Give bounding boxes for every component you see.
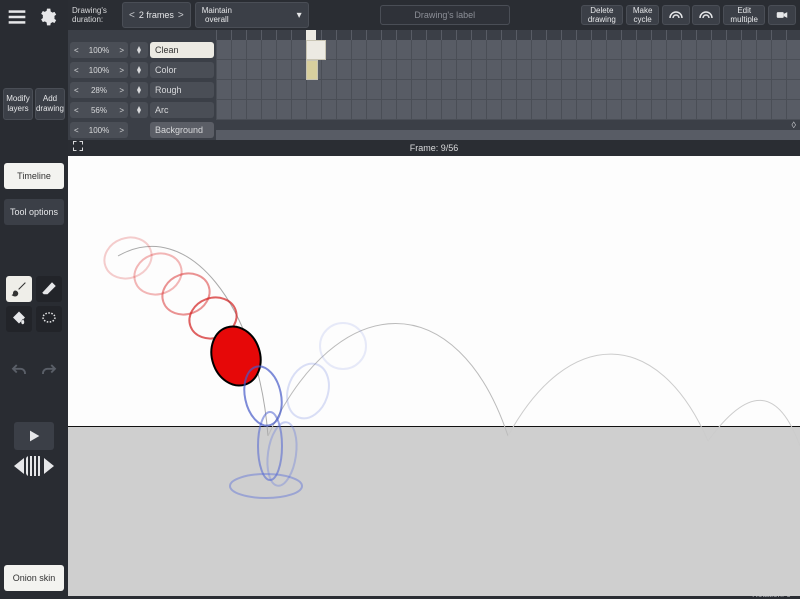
frame-cell[interactable] bbox=[306, 60, 318, 80]
canvas-wrap bbox=[68, 156, 800, 581]
timeline-ruler[interactable] bbox=[216, 30, 800, 40]
modify-layers-button[interactable]: Modify layers bbox=[3, 88, 33, 120]
onion-skin-button[interactable]: Onion skin bbox=[4, 565, 64, 591]
undo-icon[interactable] bbox=[6, 360, 32, 382]
main-column: Drawing's duration: < 2 frames > Maintai… bbox=[68, 0, 800, 599]
chevron-down-icon: ▾ bbox=[297, 11, 302, 20]
timeline-button[interactable]: Timeline bbox=[4, 163, 64, 189]
duration-label: Drawing's duration: bbox=[72, 2, 118, 28]
left-sidebar: Modify layers Add drawing Timeline Tool … bbox=[0, 0, 68, 599]
camera-icon[interactable] bbox=[768, 5, 796, 25]
tool-grid bbox=[0, 272, 68, 336]
layer-visibility-icon[interactable] bbox=[130, 62, 148, 78]
layer-name: Clean bbox=[150, 42, 214, 58]
expand-icon[interactable] bbox=[72, 140, 84, 155]
label: Modify bbox=[6, 94, 30, 104]
topbar: Drawing's duration: < 2 frames > Maintai… bbox=[68, 0, 800, 30]
decrement-icon[interactable]: < bbox=[129, 10, 135, 21]
layers-timeline: <100%> Clean <100%> Color <28%> Rough <5… bbox=[68, 30, 800, 140]
onion-right-icon[interactable] bbox=[692, 5, 720, 25]
layer-visibility-icon[interactable] bbox=[130, 102, 148, 118]
label: Add bbox=[43, 94, 57, 104]
add-drawing-button[interactable]: Add drawing bbox=[35, 88, 65, 120]
edit-multiple-button[interactable]: Edit multiple bbox=[723, 5, 765, 25]
layer-row[interactable]: <100%> Clean bbox=[68, 40, 216, 60]
drawing-overlay bbox=[68, 156, 800, 596]
settings-icon[interactable] bbox=[34, 4, 60, 30]
layer-row-bg[interactable]: <100%> Background bbox=[68, 120, 216, 140]
scrub-right-icon[interactable] bbox=[44, 458, 54, 474]
eraser-tool-icon[interactable] bbox=[36, 276, 62, 302]
layer-name: Color bbox=[150, 62, 214, 78]
layer-controls: <100%> Clean <100%> Color <28%> Rough <5… bbox=[68, 30, 216, 140]
layer-zoom[interactable]: <28%> bbox=[70, 82, 128, 98]
layer-visibility-icon[interactable] bbox=[130, 42, 148, 58]
play-button[interactable] bbox=[14, 422, 54, 450]
increment-icon[interactable]: > bbox=[178, 10, 184, 21]
make-cycle-button[interactable]: Make cycle bbox=[626, 5, 660, 25]
layer-name: Rough bbox=[150, 82, 214, 98]
frame-counter: Frame: 9/56 bbox=[410, 143, 459, 153]
layer-row[interactable]: <100%> Color bbox=[68, 60, 216, 80]
scrub-body[interactable] bbox=[26, 456, 42, 476]
timeline-scrollbar[interactable]: ◊ bbox=[216, 120, 800, 130]
timeline-grid[interactable] bbox=[216, 40, 800, 120]
layer-name: Background bbox=[150, 122, 214, 138]
drawing-label-input[interactable]: Drawing's label bbox=[380, 5, 510, 25]
layer-row[interactable]: <56%> Arc bbox=[68, 100, 216, 120]
layer-name: Arc bbox=[150, 102, 214, 118]
scroll-collapse-icon[interactable]: ◊ bbox=[792, 120, 796, 130]
layer-zoom[interactable]: <56%> bbox=[70, 102, 128, 118]
menu-icon[interactable] bbox=[4, 4, 30, 30]
delete-drawing-button[interactable]: Delete drawing bbox=[581, 5, 623, 25]
redo-icon[interactable] bbox=[36, 360, 62, 382]
timeline[interactable]: ◊ bbox=[216, 30, 800, 140]
duration-value: 2 frames bbox=[139, 10, 174, 20]
lasso-tool-icon[interactable] bbox=[36, 306, 62, 332]
layer-visibility-icon[interactable] bbox=[130, 82, 148, 98]
frame-scrubber[interactable] bbox=[14, 456, 54, 476]
label: drawing bbox=[36, 104, 64, 114]
overall-dropdown[interactable]: Maintain overall ▾ bbox=[195, 2, 309, 28]
brush-tool-icon[interactable] bbox=[6, 276, 32, 302]
scrub-left-icon[interactable] bbox=[14, 458, 24, 474]
layer-row[interactable]: <28%> Rough bbox=[68, 80, 216, 100]
fill-tool-icon[interactable] bbox=[6, 306, 32, 332]
frame-indicator-bar: Frame: 9/56 bbox=[68, 140, 800, 156]
frame-cell[interactable] bbox=[306, 40, 326, 60]
layer-zoom[interactable]: <100%> bbox=[70, 122, 128, 138]
label: layers bbox=[7, 104, 28, 114]
duration-control[interactable]: < 2 frames > bbox=[122, 2, 191, 28]
onion-left-icon[interactable] bbox=[662, 5, 690, 25]
app-root: Modify layers Add drawing Timeline Tool … bbox=[0, 0, 800, 599]
tool-options-button[interactable]: Tool options bbox=[4, 199, 64, 225]
playhead-icon[interactable] bbox=[306, 30, 316, 40]
layer-zoom[interactable]: <100%> bbox=[70, 62, 128, 78]
layer-zoom[interactable]: <100%> bbox=[70, 42, 128, 58]
